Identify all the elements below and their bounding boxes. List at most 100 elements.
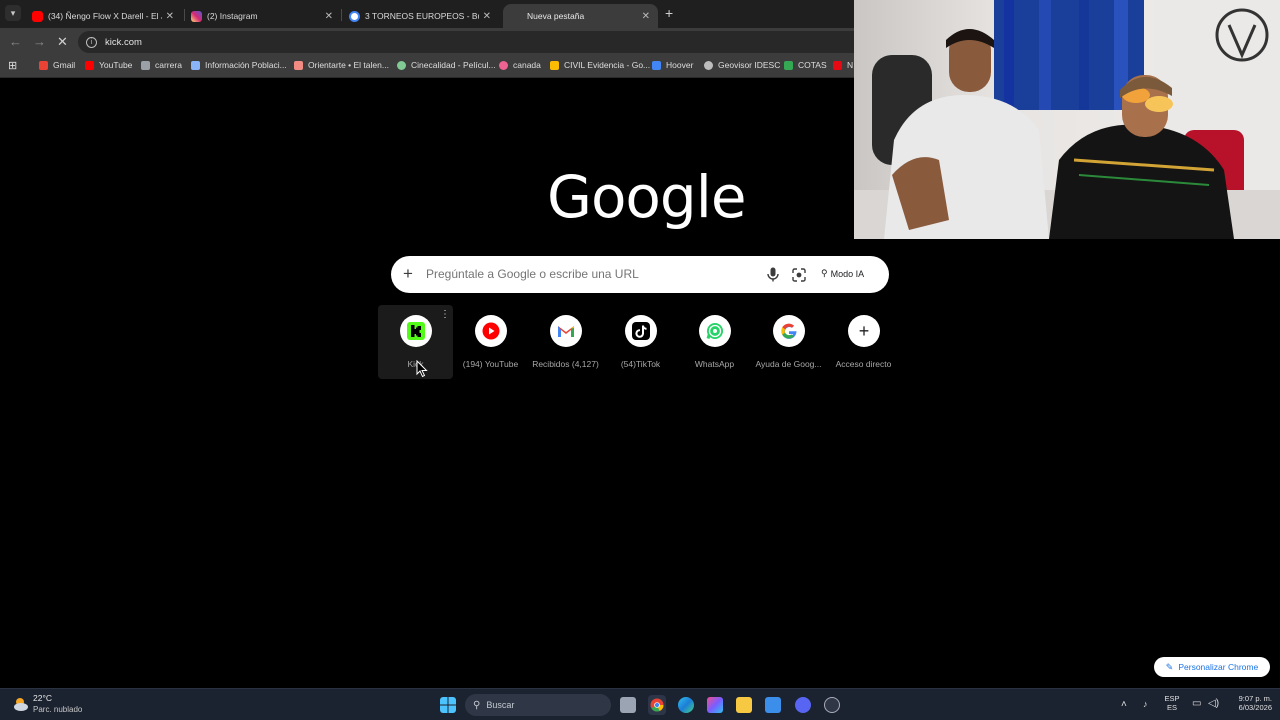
ai-mode-label: Modo IA [830,268,865,279]
microsoft-store-icon[interactable] [765,697,781,713]
close-icon[interactable]: ✕ [325,11,333,22]
apps-grid-icon[interactable]: ⊞ [8,59,17,72]
shortcut-gmail[interactable]: Recibidos (4,127) [528,305,603,379]
bookmark-gmail[interactable]: Gmail [39,60,75,70]
windows-start-icon[interactable] [440,697,456,713]
close-icon[interactable]: ✕ [166,11,174,22]
tab-instagram[interactable]: (2) Instagram ✕ [183,4,341,28]
edge-icon[interactable] [678,697,694,713]
bookmark-cinecalidad[interactable]: Cinecalidad - Películ... [397,60,496,70]
forward-arrow-icon[interactable]: → [33,34,46,49]
webcam-overlay [854,0,1280,239]
tab-youtube[interactable]: (34) Ñengo Flow X Darell - El Ju ✕ [24,4,182,28]
taskbar-search[interactable]: ⚲ Buscar [465,694,611,716]
search-icon: ⚲ [473,699,481,711]
bookmark-cotas[interactable]: COTAS [784,60,827,70]
bookmark-label: canada [513,60,541,70]
file-explorer-icon[interactable] [736,697,752,713]
microphone-icon[interactable]: ♪ [1143,699,1148,709]
weather-description: Parc. nublado [33,705,83,714]
gmail-icon [550,315,582,347]
volume-icon[interactable]: ◁) [1208,698,1219,709]
add-icon: + [848,315,880,347]
chrome-taskbar-button[interactable] [648,695,666,715]
shortcut-google-help[interactable]: Ayuda de Goog... [751,305,826,379]
bookmark-orientarte[interactable]: Orientarte • El talen... [294,60,389,70]
site-icon [499,60,508,70]
youtube-favicon-icon [32,10,43,22]
back-arrow-icon[interactable]: ← [9,34,22,49]
google-drive-icon [652,60,661,70]
bookmark-n[interactable]: N [833,60,853,70]
search-box[interactable]: + Pregúntale a Google o escribe una URL … [391,256,889,293]
chrome-icon [650,698,664,712]
chevron-up-icon[interactable]: ˄ [1121,699,1127,710]
google-favicon-icon [349,10,360,22]
close-icon[interactable]: ✕ [642,11,650,22]
address-url[interactable]: kick.com [105,37,142,48]
task-view-icon[interactable] [620,697,636,713]
bookmark-geovisor[interactable]: Geovisor IDESC [704,60,780,70]
google-drive-icon [784,60,793,70]
clock-time: 9:07 p. m. [1238,694,1272,703]
bookmark-label: Cinecalidad - Películ... [411,60,496,70]
bookmark-label: Hoover [666,60,694,70]
bookmark-informacion[interactable]: Información Poblaci... [191,60,287,70]
stop-loading-icon[interactable]: ✕ [57,34,68,50]
shortcut-whatsapp[interactable]: WhatsApp [677,305,752,379]
close-icon[interactable]: ✕ [483,11,491,22]
ai-mode-button[interactable]: ⚲ Modo IA [821,268,864,279]
discord-icon[interactable] [795,697,811,713]
language-code: ESP [1164,694,1180,703]
mouse-cursor-icon [416,360,428,378]
loading-icon [511,11,522,22]
more-options-icon[interactable]: ⋮ [440,310,450,320]
instagram-favicon-icon [191,10,202,22]
tiktok-icon [625,315,657,347]
bookmark-label: COTAS [798,60,827,70]
shortcut-youtube[interactable]: (194) YouTube [453,305,528,379]
site-icon [294,60,303,70]
microphone-icon[interactable] [766,267,780,282]
tab-google-search[interactable]: 3 TORNEOS EUROPEOS - Busca ✕ [341,4,499,28]
copilot-icon[interactable] [707,697,723,713]
bookmark-label: N [847,60,854,70]
bookmark-carrera[interactable]: carrera [141,60,182,70]
people-icon [191,60,200,70]
app-icon[interactable] [824,697,840,713]
google-lens-icon[interactable] [792,268,806,282]
google-drive-icon [550,60,559,70]
netflix-icon [833,60,842,70]
bookmark-label: Geovisor IDESC [718,60,781,70]
new-tab-button[interactable]: + [665,6,673,20]
tab-title: (2) Instagram [207,11,258,21]
shortcut-tiktok[interactable]: (54)TikTok [603,305,678,379]
bookmark-hoover[interactable]: Hoover [652,60,693,70]
gmail-icon [39,60,48,70]
bookmark-civil[interactable]: CIVIL Evidencia - Go... [550,60,650,70]
bookmark-label: Gmail [53,60,76,70]
tab-new-tab[interactable]: Nueva pestaña ✕ [503,4,658,28]
network-icon[interactable]: ▭ [1192,698,1201,709]
shortcut-label: (54)TikTok [620,359,661,369]
shortcut-label: Ayuda de Goog... [755,359,822,369]
language-indicator[interactable]: ESP ES [1160,694,1184,712]
search-sparkle-icon: ⚲ [821,268,828,278]
bookmark-label: carrera [155,60,182,70]
bookmark-canada[interactable]: canada [499,60,541,70]
weather-temperature: 22°C [33,693,52,703]
bookmark-youtube[interactable]: YouTube [85,60,132,70]
customize-chrome-button[interactable]: ✎ Personalizar Chrome [1154,657,1270,677]
tab-search-button[interactable]: ▾ [5,5,21,21]
weather-widget[interactable]: 22°C Parc. nublado [12,693,82,715]
search-placeholder[interactable]: Pregúntale a Google o escribe una URL [426,267,639,281]
clock[interactable]: 9:07 p. m. 6/03/2026 [1222,694,1272,712]
site-info-icon[interactable]: i [86,36,97,48]
shortcut-label: (194) YouTube [462,359,519,369]
add-icon[interactable]: + [403,264,413,284]
image-icon [141,60,150,70]
google-icon [773,315,805,347]
tab-title: (34) Ñengo Flow X Darell - El Ju [48,11,162,21]
shortcut-add[interactable]: + Acceso directo [826,305,901,379]
bookmark-label: YouTube [99,60,133,70]
